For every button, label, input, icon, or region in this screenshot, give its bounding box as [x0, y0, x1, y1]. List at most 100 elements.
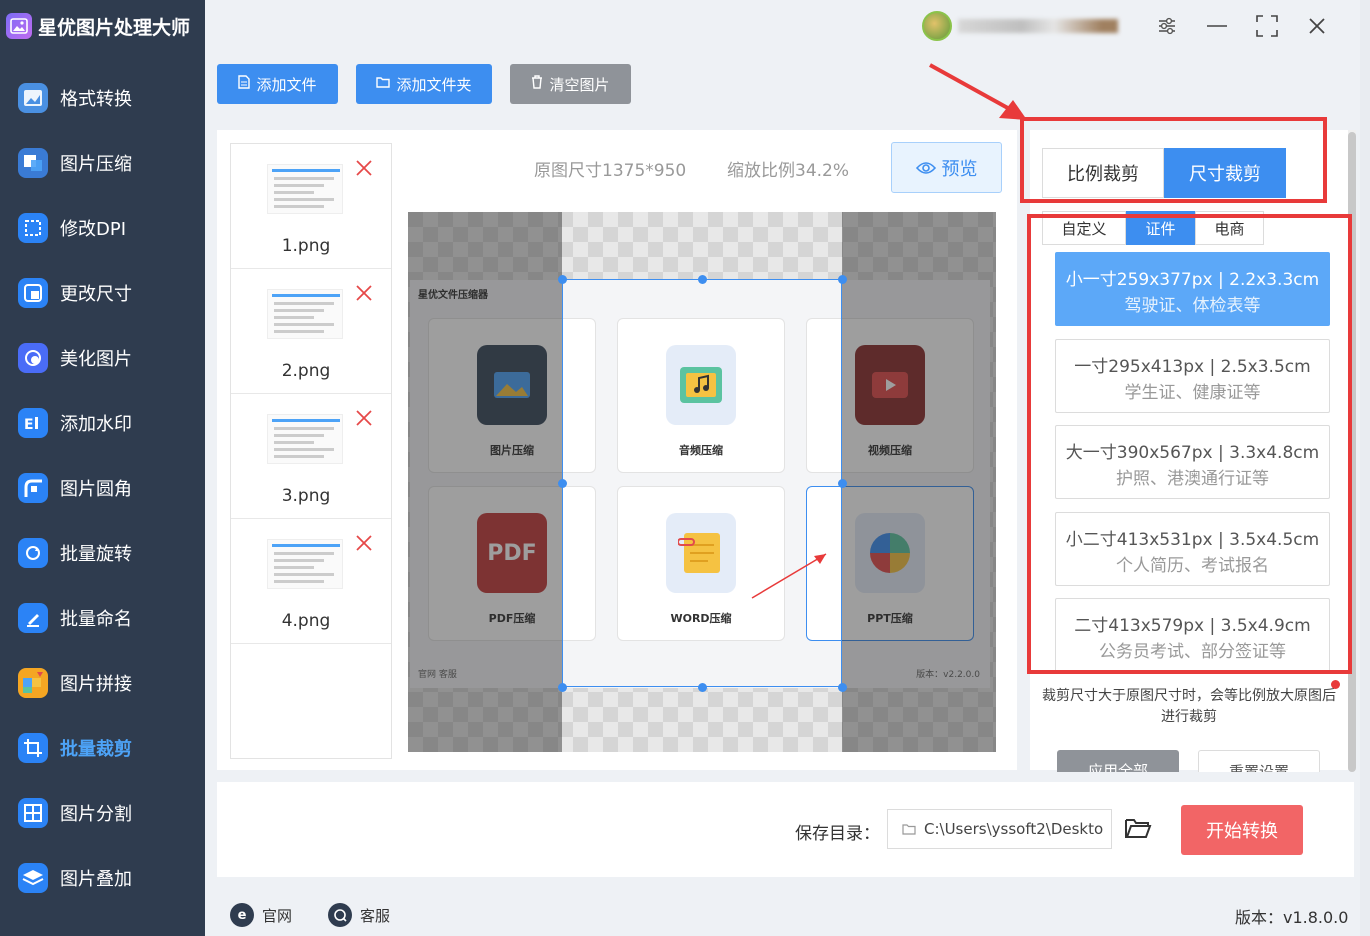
window-controls	[922, 8, 1342, 44]
add-folder-button[interactable]: 添加文件夹	[356, 64, 492, 104]
compress-icon	[18, 148, 48, 178]
notification-dot	[1331, 680, 1340, 689]
add-file-button[interactable]: 添加文件	[217, 64, 338, 104]
crop-dim-right	[842, 212, 996, 752]
file-name: 4.png	[281, 611, 331, 631]
sidebar-item-label: 批量裁剪	[60, 739, 132, 760]
scale-ratio-label: 缩放比例34.2%	[727, 161, 850, 181]
crop-icon	[18, 733, 48, 763]
sidebar-item-5[interactable]: 美化图片	[0, 330, 205, 386]
svg-text:E: E	[24, 417, 34, 432]
crop-selection-box[interactable]	[558, 275, 847, 692]
crop-handle-bottom[interactable]	[698, 683, 707, 692]
website-link[interactable]: e 官网	[230, 902, 292, 928]
website-label: 官网	[262, 906, 293, 925]
split-icon	[18, 798, 48, 828]
file-list: 1.png 2.png 3.png 4.png	[230, 143, 392, 759]
browse-folder-icon[interactable]	[1124, 816, 1152, 842]
reset-settings-button[interactable]: 重置设置	[1198, 750, 1320, 772]
ie-icon: e	[230, 903, 254, 927]
dpi-icon	[18, 213, 48, 243]
eye-icon	[915, 161, 936, 175]
annotation-box-mode	[1020, 117, 1327, 203]
delete-file-icon[interactable]	[355, 283, 373, 308]
username-blurred	[958, 19, 1118, 33]
crop-handle-bottom-right[interactable]	[838, 683, 847, 692]
save-path-value: C:\Users\yssoft2\Deskto	[924, 820, 1104, 838]
sidebar-item-7[interactable]: 图片圆角	[0, 460, 205, 516]
sidebar-item-11[interactable]: 批量裁剪	[0, 720, 205, 776]
rotate-icon	[18, 538, 48, 568]
file-thumbnail	[267, 164, 343, 214]
format-convert-icon	[18, 83, 48, 113]
sidebar-item-4[interactable]: 更改尺寸	[0, 265, 205, 321]
sidebar-item-label: 修改DPI	[60, 219, 127, 240]
sidebar-item-13[interactable]: 图片叠加	[0, 850, 205, 906]
sidebar-item-label: 美化图片	[60, 349, 132, 370]
watermark-icon: E	[18, 408, 48, 438]
apply-all-button[interactable]: 应用全部	[1057, 750, 1179, 772]
file-list-item[interactable]: 2.png	[231, 269, 391, 394]
window-edge	[1360, 0, 1370, 936]
close-icon[interactable]	[1292, 8, 1342, 44]
sidebar-item-label: 图片压缩	[60, 154, 132, 175]
user-avatar[interactable]	[922, 11, 952, 41]
file-thumbnail	[267, 289, 343, 339]
round-corner-icon	[18, 473, 48, 503]
stitch-icon	[18, 668, 48, 698]
sidebar-item-label: 图片圆角	[60, 479, 132, 500]
overlay-icon	[18, 863, 48, 893]
crop-canvas[interactable]: 星优文件压缩器 图片压缩 音频压缩 视频压缩 PDF PDF压缩 WORD压缩 …	[408, 212, 996, 752]
preview-button[interactable]: 预览	[891, 142, 1002, 193]
file-name: 1.png	[281, 236, 331, 256]
crop-handle-top[interactable]	[698, 275, 707, 284]
crop-handle-bottom-left[interactable]	[558, 683, 567, 692]
app-version: 版本：v1.8.0.0	[1235, 908, 1349, 927]
save-directory-label: 保存目录：	[795, 824, 880, 844]
crop-handle-top-left[interactable]	[558, 275, 567, 284]
crop-handle-top-right[interactable]	[838, 275, 847, 284]
sidebar-item-3[interactable]: 修改DPI	[0, 200, 205, 256]
file-list-item[interactable]: 4.png	[231, 519, 391, 644]
sidebar-item-label: 格式转换	[60, 89, 132, 110]
save-path-input[interactable]: C:\Users\yssoft2\Deskto	[887, 809, 1112, 849]
delete-file-icon[interactable]	[355, 533, 373, 558]
app-title: 星优图片处理大师	[38, 16, 191, 39]
sidebar-item-label: 图片分割	[60, 804, 132, 825]
folder-small-icon	[902, 823, 916, 835]
original-size-label: 原图尺寸1375*950	[534, 161, 687, 181]
delete-file-icon[interactable]	[355, 158, 373, 183]
start-convert-button[interactable]: 开始转换	[1181, 805, 1303, 855]
folder-icon	[376, 76, 391, 92]
sidebar-item-2[interactable]: 图片压缩	[0, 135, 205, 191]
preview-label: 预览	[941, 158, 978, 180]
annotation-box-presets	[1027, 214, 1352, 674]
settings-icon[interactable]	[1142, 8, 1192, 44]
app-logo-icon	[6, 13, 32, 39]
annotation-arrow	[929, 63, 1027, 120]
minimize-icon[interactable]	[1192, 8, 1242, 44]
sidebar-item-10[interactable]: 图片拼接	[0, 655, 205, 711]
trash-icon	[531, 75, 543, 93]
sidebar-item-6[interactable]: E 添加水印	[0, 395, 205, 451]
sidebar-item-9[interactable]: 批量命名	[0, 590, 205, 646]
file-thumbnail	[267, 539, 343, 589]
crop-handle-right[interactable]	[838, 479, 847, 488]
clear-images-label: 清空图片	[549, 75, 610, 94]
sidebar-item-1[interactable]: 格式转换	[0, 70, 205, 126]
support-link[interactable]: 客服	[328, 902, 390, 928]
maximize-icon[interactable]	[1242, 8, 1292, 44]
chat-icon	[328, 903, 352, 927]
file-list-item[interactable]: 3.png	[231, 394, 391, 519]
crop-handle-left[interactable]	[558, 479, 567, 488]
sidebar-item-label: 批量命名	[60, 609, 132, 630]
clear-images-button[interactable]: 清空图片	[510, 64, 631, 104]
file-thumbnail	[267, 414, 343, 464]
add-file-label: 添加文件	[256, 75, 317, 94]
sidebar-item-12[interactable]: 图片分割	[0, 785, 205, 841]
delete-file-icon[interactable]	[355, 408, 373, 433]
inner-arrow-annotation	[751, 553, 827, 599]
file-list-item[interactable]: 1.png	[231, 144, 391, 269]
resize-icon	[18, 278, 48, 308]
sidebar-item-8[interactable]: 批量旋转	[0, 525, 205, 581]
